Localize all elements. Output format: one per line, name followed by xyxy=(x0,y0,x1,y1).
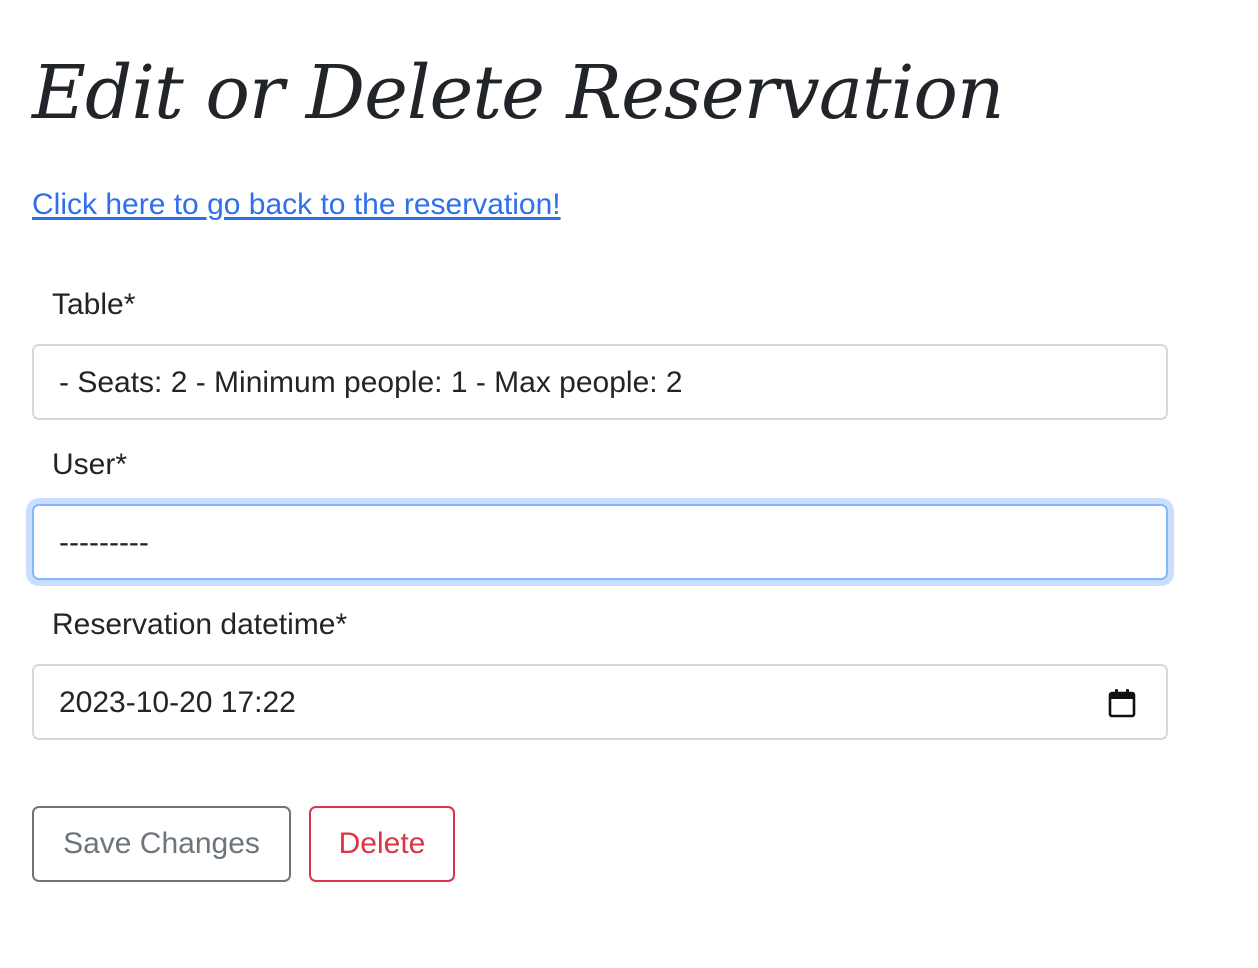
page-title: Edit or Delete Reservation xyxy=(32,50,1005,136)
table-select-value: - Seats: 2 - Minimum people: 1 - Max peo… xyxy=(59,366,683,399)
user-select[interactable]: --------- xyxy=(32,504,1168,580)
reservation-datetime-value: 2023-10-20 17:22 xyxy=(59,686,296,719)
reservation-datetime-label: Reservation datetime* xyxy=(52,608,348,641)
table-label: Table* xyxy=(52,288,136,321)
calendar-icon[interactable] xyxy=(1108,688,1136,718)
edit-reservation-page: Edit or Delete Reservation Click here to… xyxy=(0,0,1258,968)
user-select-value: --------- xyxy=(59,526,149,559)
user-label: User* xyxy=(52,448,128,481)
back-to-reservation-link[interactable]: Click here to go back to the reservation… xyxy=(32,186,561,224)
reservation-datetime-input[interactable]: 2023-10-20 17:22 xyxy=(32,664,1168,740)
save-changes-button[interactable]: Save Changes xyxy=(32,806,291,882)
table-select[interactable]: - Seats: 2 - Minimum people: 1 - Max peo… xyxy=(32,344,1168,420)
delete-button[interactable]: Delete xyxy=(309,806,455,882)
